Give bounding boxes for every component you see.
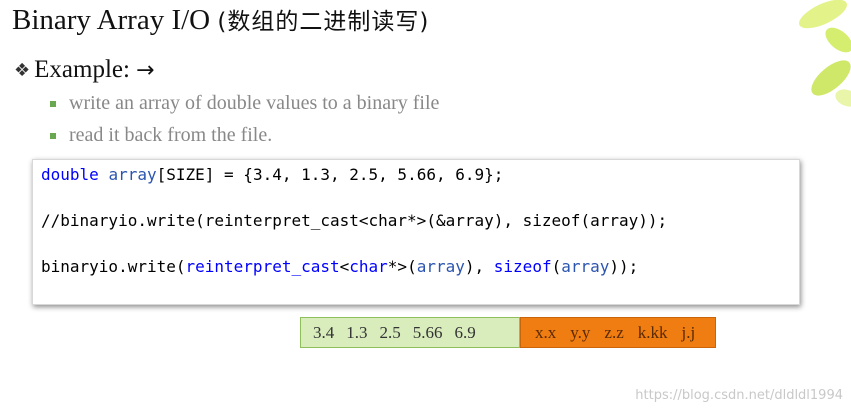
sub-bullet-write: write an array of double values to a bin… xyxy=(50,92,439,115)
code-line-3: binaryio.write(reinterpret_cast<char*>(a… xyxy=(41,257,638,276)
code-identifier: array xyxy=(108,165,157,184)
code-text: < xyxy=(339,257,350,276)
square-bullet-icon xyxy=(50,132,56,139)
code-identifier: array xyxy=(561,257,610,276)
leaf-decoration xyxy=(799,0,851,107)
array-value: 2.5 xyxy=(379,322,401,342)
placeholder-values-cell: x.x y.y z.z k.kk j.j xyxy=(520,317,716,348)
code-keyword: char xyxy=(349,257,388,276)
right-arrow-icon: → xyxy=(135,57,155,83)
code-keyword: sizeof xyxy=(493,257,552,276)
code-text: ), xyxy=(464,257,494,276)
example-label: Example: xyxy=(34,56,130,83)
code-line-1: double array[SIZE] = {3.4, 1.3, 2.5, 5.6… xyxy=(41,165,503,184)
sub-bullet-text: read it back from the file. xyxy=(69,124,273,146)
code-text: ( xyxy=(551,257,562,276)
code-identifier: array xyxy=(416,257,465,276)
code-keyword: double xyxy=(41,165,99,184)
diamond-bullet-icon: ❖ xyxy=(14,59,31,81)
placeholder-value: x.x xyxy=(535,322,557,342)
code-text: binaryio.write( xyxy=(41,257,186,276)
sub-bullet-text: write an array of double values to a bin… xyxy=(69,92,440,114)
sub-bullet-read: read it back from the file. xyxy=(50,124,272,147)
code-keyword: reinterpret_cast xyxy=(185,257,340,276)
square-bullet-icon xyxy=(50,100,56,107)
title-chinese: (数组的二进制读写) xyxy=(217,9,430,35)
array-value: 1.3 xyxy=(346,322,368,342)
code-text: *>( xyxy=(387,257,417,276)
array-value: 6.9 xyxy=(454,322,476,342)
slide-title: Binary Array I/O (数组的二进制读写) xyxy=(12,2,429,37)
watermark: https://blog.csdn.net/dldldl1994 xyxy=(635,388,843,403)
array-values-cell: 3.4 1.3 2.5 5.66 6.9 xyxy=(300,317,520,348)
array-value: 3.4 xyxy=(313,322,335,342)
code-text: )); xyxy=(609,257,639,276)
placeholder-value: k.kk xyxy=(637,322,668,342)
placeholder-value: y.y xyxy=(570,322,591,342)
title-text: Binary Array I/O xyxy=(12,4,211,36)
code-block: double array[SIZE] = {3.4, 1.3, 2.5, 5.6… xyxy=(32,159,800,305)
placeholder-value: j.j xyxy=(681,322,696,342)
placeholder-value: z.z xyxy=(604,322,624,342)
code-line-2-comment: //binaryio.write(reinterpret_cast<char*>… xyxy=(41,211,668,230)
memory-diagram: 3.4 1.3 2.5 5.66 6.9 x.x y.y z.z k.kk j.… xyxy=(300,317,716,348)
example-bullet: ❖ Example: → xyxy=(14,56,154,84)
array-value: 5.66 xyxy=(412,322,443,342)
code-text: [SIZE] = {3.4, 1.3, 2.5, 5.66, 6.9}; xyxy=(156,165,504,184)
